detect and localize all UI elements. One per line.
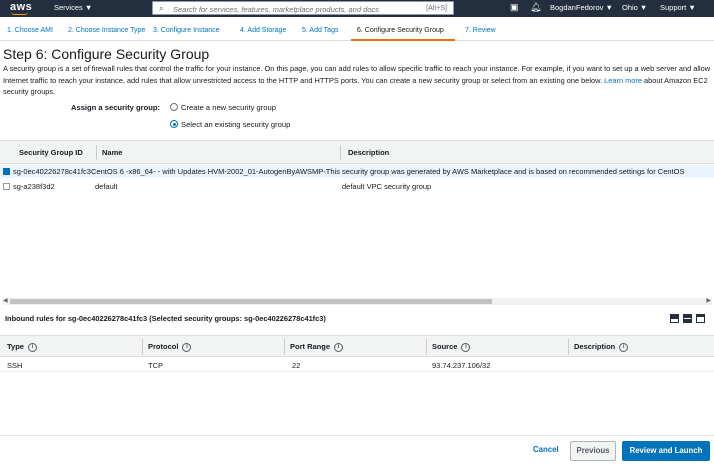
table-row: SSH TCP 22 93.74.237.106/32 xyxy=(0,359,714,372)
column-security-group-id[interactable]: Security Group ID xyxy=(19,148,83,157)
support-menu[interactable]: Support ▼ xyxy=(660,3,696,12)
tab-add-storage[interactable]: 4. Add Storage xyxy=(240,27,286,34)
tab-configure-instance[interactable]: 3. Configure Instance xyxy=(153,27,220,34)
rules-table-header: Type i Protocol i Port Range i Source i Desc… xyxy=(0,335,714,357)
page-title: Step 6: Configure Security Group xyxy=(3,46,210,62)
review-and-launch-button[interactable]: Review and Launch xyxy=(622,441,710,461)
search-input[interactable]: ⌕ Search for services, features, marketp… xyxy=(152,1,454,15)
security-group-table: Security Group ID Name Description sg-0e… xyxy=(0,140,714,305)
table-row[interactable]: sg-a238f3d2 default default VPC security… xyxy=(0,180,714,193)
row-id: sg-a238f3d2 xyxy=(13,182,55,191)
cloudshell-icon[interactable]: ▣ xyxy=(510,2,519,13)
top-navigation-bar: aws Services ▼ ⌕ Search for services, fe… xyxy=(0,0,714,17)
row-name: default xyxy=(95,182,118,191)
row-checkbox[interactable] xyxy=(3,168,10,175)
cancel-button[interactable]: Cancel xyxy=(533,445,559,454)
column-protocol[interactable]: Protocol i xyxy=(148,342,192,352)
active-tab-indicator xyxy=(351,39,455,41)
assign-security-group-label: Assign a security group: xyxy=(71,103,161,112)
scrollbar-thumb[interactable] xyxy=(10,299,492,304)
row-checkbox[interactable] xyxy=(3,183,10,190)
wizard-steps: 1. Choose AMI 2. Choose Instance Type 3.… xyxy=(0,21,714,41)
table-header: Security Group ID Name Description xyxy=(0,141,714,164)
table-row[interactable]: sg-0ec40226278c41fc3CentOS 6 -x86_64- - … xyxy=(0,165,714,178)
info-icon: i xyxy=(619,342,629,352)
select-existing-label[interactable]: Select an existing security group xyxy=(181,120,290,129)
tab-review[interactable]: 7. Review xyxy=(465,27,496,34)
page-description: A security group is a set of firewall ru… xyxy=(3,63,711,98)
row-text: sg-0ec40226278c41fc3CentOS 6 -x86_64- - … xyxy=(13,167,685,176)
rule-protocol: TCP xyxy=(148,361,163,370)
aws-logo-smile-icon xyxy=(11,12,28,15)
previous-button[interactable]: Previous xyxy=(570,441,616,461)
services-menu[interactable]: Services ▼ xyxy=(54,3,92,12)
scroll-left-icon[interactable]: ◀ xyxy=(3,297,8,304)
info-icon: i xyxy=(182,342,192,352)
split-view-middle-icon[interactable] xyxy=(683,314,692,323)
learn-more-link[interactable]: Learn more xyxy=(604,76,642,85)
search-placeholder: Search for services, features, marketpla… xyxy=(173,4,379,14)
bell-icon[interactable]: 🔔︎ xyxy=(530,2,541,13)
info-icon: i xyxy=(27,342,37,352)
column-rule-description[interactable]: Description i xyxy=(574,342,629,352)
region-menu[interactable]: Ohio ▼ xyxy=(622,3,647,12)
create-new-label[interactable]: Create a new security group xyxy=(181,103,276,112)
tab-configure-security-group[interactable]: 6. Configure Security Group xyxy=(357,27,444,34)
select-existing-radio[interactable] xyxy=(170,120,178,128)
scroll-right-icon[interactable]: ▶ xyxy=(706,297,711,304)
account-menu[interactable]: BogdanFedorov ▼ xyxy=(550,3,613,12)
split-view-bottom-icon[interactable] xyxy=(696,314,705,323)
search-icon: ⌕ xyxy=(159,4,164,13)
inbound-rules-title: Inbound rules for sg-0ec40226278c41fc3 (… xyxy=(5,314,326,323)
column-name[interactable]: Name xyxy=(102,148,122,157)
split-view-top-icon[interactable] xyxy=(670,314,679,323)
search-shortcut: [Alt+S] xyxy=(426,4,447,12)
tab-choose-instance-type[interactable]: 2. Choose Instance Type xyxy=(68,27,145,34)
column-type[interactable]: Type i xyxy=(7,342,37,352)
info-icon: i xyxy=(461,342,471,352)
info-icon: i xyxy=(334,342,344,352)
footer-divider xyxy=(0,435,714,436)
rule-port: 22 xyxy=(292,361,301,370)
rule-source: 93.74.237.106/32 xyxy=(432,361,491,370)
column-source[interactable]: Source i xyxy=(432,342,471,352)
horizontal-scrollbar[interactable]: ◀ ▶ xyxy=(2,298,712,305)
rule-type: SSH xyxy=(7,361,23,370)
create-new-radio[interactable] xyxy=(170,103,178,111)
column-description[interactable]: Description xyxy=(348,148,389,157)
tab-choose-ami[interactable]: 1. Choose AMI xyxy=(7,27,53,34)
tab-add-tags[interactable]: 5. Add Tags xyxy=(302,27,338,34)
row-description: default VPC security group xyxy=(342,182,432,191)
column-port-range[interactable]: Port Range i xyxy=(290,342,344,352)
